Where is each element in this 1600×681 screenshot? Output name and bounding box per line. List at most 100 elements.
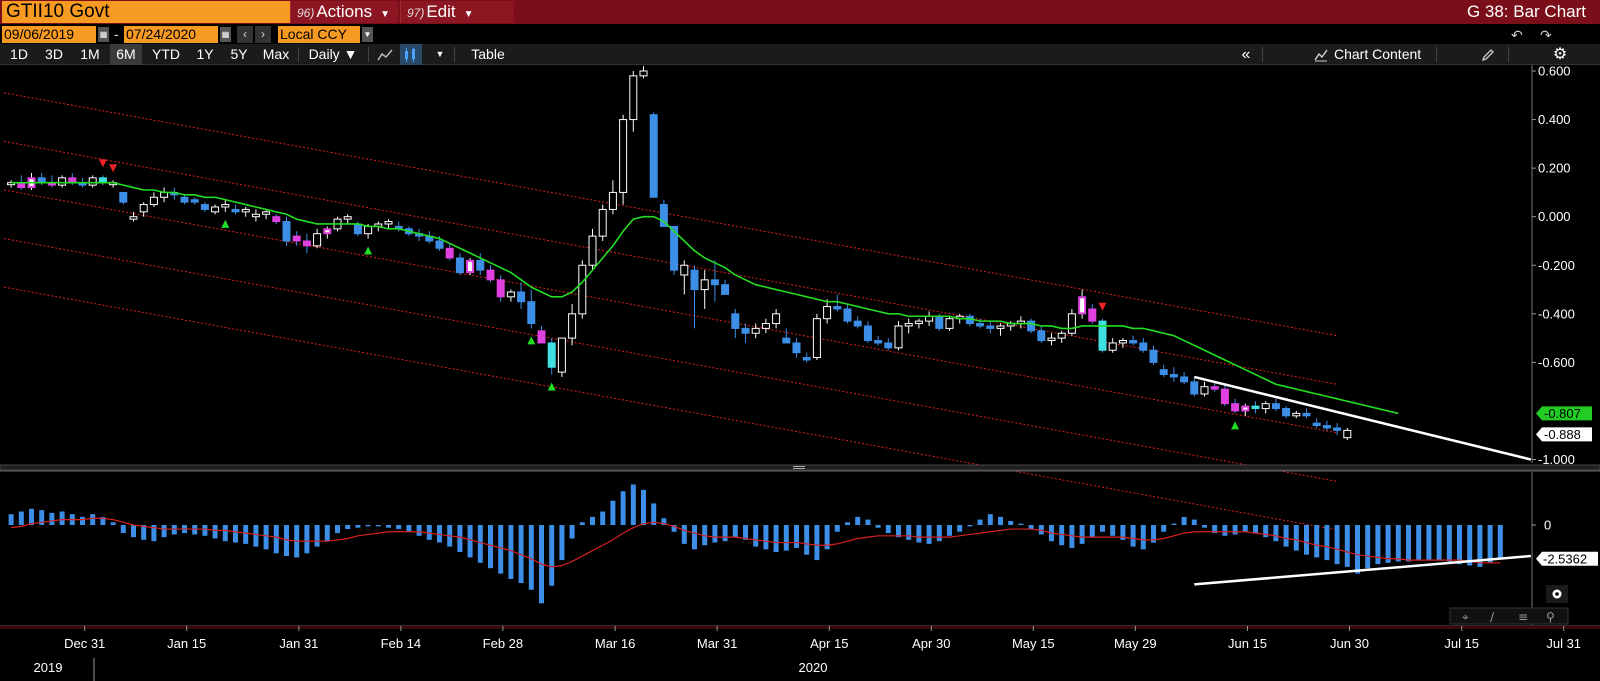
period-ytd[interactable]: YTD [146, 44, 186, 65]
channel-line-0 [3, 92, 1338, 337]
calendar-icon[interactable]: ▦ [220, 27, 231, 42]
gear-icon[interactable]: ⚙ [1550, 44, 1570, 65]
period-3d[interactable]: 3D [38, 44, 70, 65]
x-tick-label: Apr 15 [810, 636, 848, 651]
candle-body [1118, 340, 1127, 344]
histogram-bar [335, 525, 340, 534]
histogram-bar [1355, 525, 1360, 574]
legend-icon[interactable]: ≡ [1518, 610, 1528, 624]
candle-body [629, 75, 638, 121]
histogram-bar [1304, 525, 1309, 555]
table-button[interactable]: Table [458, 44, 518, 65]
candle-body [863, 325, 872, 342]
histogram-bar [804, 525, 810, 555]
period-5y[interactable]: 5Y [224, 44, 254, 65]
histogram-bar [467, 525, 473, 558]
period-max[interactable]: Max [258, 44, 294, 65]
period-1y[interactable]: 1Y [190, 44, 220, 65]
price-panel [3, 66, 1532, 531]
next-period-icon[interactable]: › [255, 26, 271, 43]
edit-pencil-icon[interactable] [1478, 44, 1498, 65]
actions-menu-label: Actions [316, 2, 373, 21]
toolbar: 1D 3D 1M 6M YTD 1Y 5Y Max Daily ▼ ▼ Tabl… [0, 44, 1600, 65]
candle-body [527, 301, 536, 325]
candle-body-inner [468, 261, 473, 272]
chevron-down-icon[interactable]: ▼ [430, 44, 450, 65]
line-chart-icon[interactable] [374, 44, 396, 65]
bar-chart-icon[interactable] [400, 44, 422, 65]
candle-body [272, 216, 281, 223]
histogram-bar [987, 514, 993, 525]
candle-body [119, 191, 128, 203]
candle-body [129, 216, 138, 220]
histogram-bar [386, 525, 391, 528]
candle-body [88, 177, 97, 186]
candle-body [1282, 408, 1291, 417]
candle-body [976, 323, 985, 327]
collapse-panel-button[interactable]: « [1236, 44, 1256, 65]
histogram-bar [1273, 525, 1279, 542]
histogram-bar [8, 514, 14, 525]
candle-body [517, 291, 526, 303]
histogram-bar [1283, 525, 1289, 547]
zoom-icon[interactable]: ⚲ [1546, 610, 1555, 624]
histogram-bar [1018, 523, 1024, 525]
frequency-select[interactable]: Daily ▼ [302, 44, 364, 65]
histogram-bar [957, 525, 963, 532]
period-1d[interactable]: 1D [4, 44, 34, 65]
histogram-bar [1232, 525, 1238, 535]
candle-body [496, 279, 505, 298]
histogram-bar [1028, 525, 1034, 530]
histogram-bar [1344, 525, 1350, 567]
histogram-bar [998, 516, 1003, 525]
ticker-input[interactable]: GTII10 Govt [2, 1, 290, 23]
candle-body [792, 342, 801, 354]
x-tick-label: Feb 28 [483, 636, 523, 651]
price-trendline[interactable] [1194, 375, 1532, 461]
candle-body [751, 327, 760, 334]
candle-body [149, 196, 158, 206]
histogram-bar [1242, 525, 1248, 532]
calendar-icon[interactable]: ▦ [98, 27, 109, 42]
x-tick-label: May 15 [1012, 636, 1055, 651]
histogram-bar [947, 525, 952, 536]
currency-select[interactable]: Local CCY [278, 26, 360, 43]
candle-body [812, 318, 821, 359]
histogram-bar [345, 525, 351, 530]
histogram-trendline[interactable] [1194, 554, 1532, 586]
histogram-bar [80, 516, 85, 525]
histogram-bar [814, 525, 820, 561]
redo-icon[interactable]: ↷ [1540, 27, 1552, 44]
histogram-bar [355, 525, 361, 528]
panel-divider[interactable] [0, 464, 1600, 472]
candle-body [1220, 388, 1229, 405]
histogram-bar [559, 525, 565, 561]
candle-body [1343, 429, 1352, 439]
bar-chart[interactable]: 0.6000.4000.2000.000-0.200-0.400-0.600-1… [0, 65, 1600, 681]
candle-body [761, 323, 770, 329]
candle-body [1292, 412, 1301, 417]
prev-period-icon[interactable]: ‹ [237, 26, 253, 43]
histogram-bar [712, 525, 718, 543]
histogram-bar [1089, 525, 1095, 538]
candle-body [506, 291, 515, 298]
start-date-field[interactable]: 09/06/2019 [2, 26, 96, 43]
x-tick-label: Jul 31 [1546, 636, 1581, 651]
histogram-bar [1181, 516, 1187, 525]
histogram-bar [1406, 525, 1411, 562]
candle-body [833, 306, 842, 310]
chart-content-button[interactable]: Chart Content [1334, 44, 1426, 65]
buy-signal-triangle [1231, 421, 1240, 430]
actions-menu[interactable]: 96) Actions ▼ [290, 1, 398, 23]
undo-icon[interactable]: ↶ [1511, 27, 1523, 44]
histogram-bar [1365, 525, 1371, 569]
edit-menu[interactable]: 97) Edit ▼ [400, 1, 514, 23]
end-date-field[interactable]: 07/24/2020 [124, 26, 218, 43]
period-1m[interactable]: 1M [74, 44, 106, 65]
date-bar: 09/06/2019 ▦ - 07/24/2020 ▦ ‹ › Local CC… [0, 24, 1600, 44]
chevron-down-icon[interactable]: ▼ [362, 27, 373, 42]
crosshair-icon[interactable]: ⌖ [1462, 610, 1469, 624]
panel-splitter[interactable] [0, 464, 1600, 471]
candle-body [782, 337, 791, 344]
period-6m[interactable]: 6M [110, 44, 142, 65]
